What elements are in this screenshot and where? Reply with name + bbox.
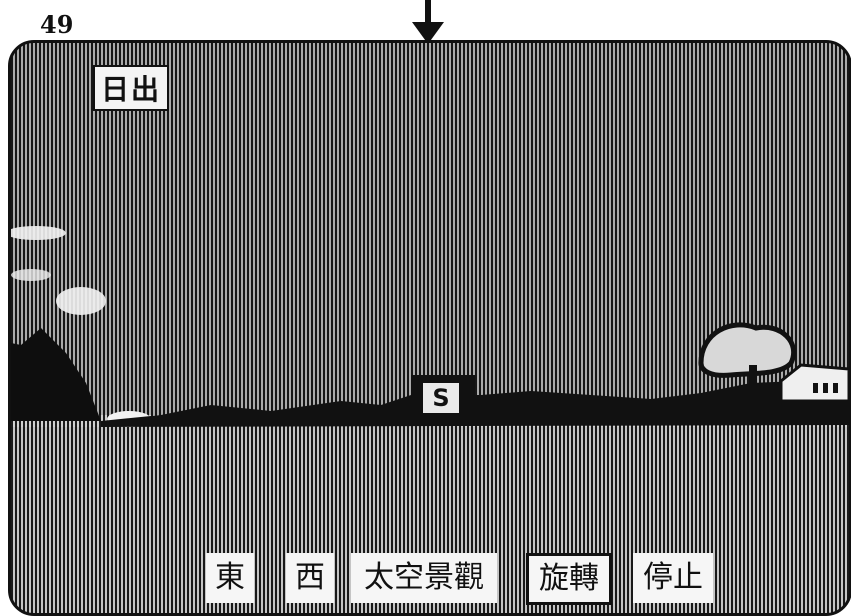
west-button[interactable]: 西 bbox=[286, 553, 334, 603]
position-marker[interactable]: S bbox=[411, 375, 475, 423]
landscape bbox=[11, 226, 849, 613]
rotate-button[interactable]: 旋轉 bbox=[526, 553, 612, 605]
cloud bbox=[11, 269, 51, 281]
horizon-ridge bbox=[101, 381, 849, 427]
page-number: 49 bbox=[40, 10, 74, 39]
tree-trunk bbox=[749, 365, 757, 395]
cloud bbox=[56, 287, 106, 315]
space-view-button[interactable]: 太空景觀 bbox=[351, 553, 497, 603]
cloud bbox=[11, 226, 66, 240]
east-button[interactable]: 東 bbox=[206, 553, 254, 603]
display-screen: 日出 S 東 西 太空景觀 旋轉 停止 bbox=[8, 40, 851, 616]
left-hill bbox=[11, 328, 101, 421]
sunrise-mode-label: 日出 bbox=[93, 65, 170, 111]
marker-letter: S bbox=[423, 383, 459, 413]
stop-button[interactable]: 停止 bbox=[633, 553, 713, 603]
tree bbox=[698, 322, 796, 378]
